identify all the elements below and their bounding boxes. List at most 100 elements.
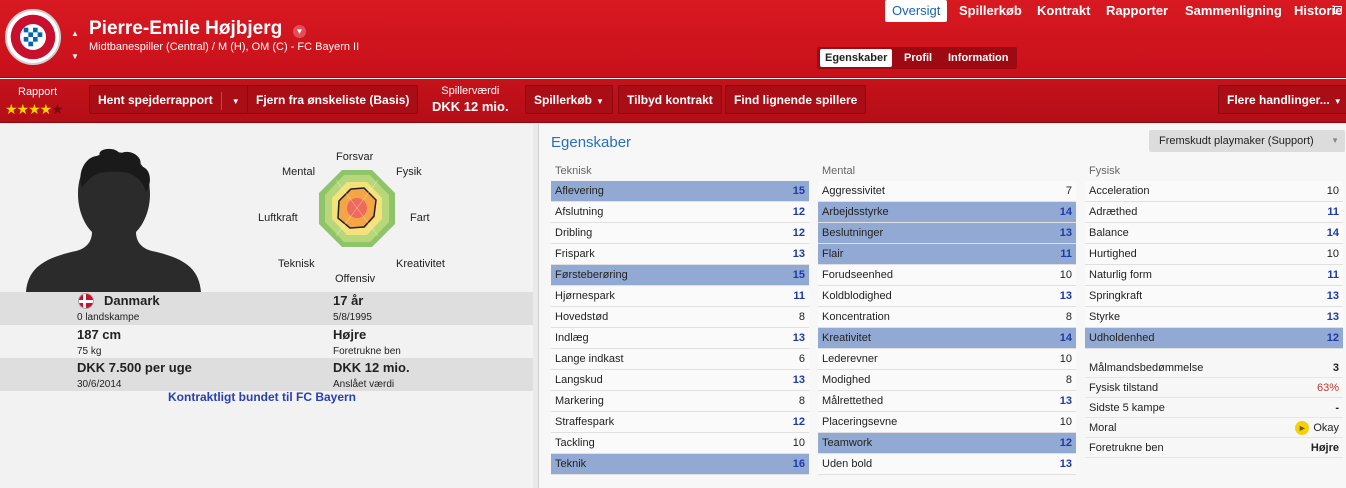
attribute-row[interactable]: Lederevner 10	[818, 349, 1076, 370]
scout-report-button[interactable]: Hent spejderrapport ▼	[89, 85, 249, 114]
attribute-row[interactable]: Koldblodighed 13	[818, 286, 1076, 307]
transfer-button[interactable]: Spillerkøb ▼	[525, 85, 613, 114]
attribute-value: 10	[1059, 416, 1072, 428]
player-name: Pierre-Emile Højbjerg	[89, 18, 283, 39]
attribute-row[interactable]: Placeringsevne 10	[818, 412, 1076, 433]
attribute-row[interactable]: Hurtighed 10	[1085, 244, 1343, 265]
subtab-profile[interactable]: Profil	[899, 49, 937, 67]
misc-row: Fysisk tilstand 63%	[1085, 378, 1343, 398]
chevron-down-icon[interactable]: ▼	[232, 97, 240, 106]
attribute-name: Markering	[555, 395, 604, 407]
attribute-name: Placeringsevne	[822, 416, 898, 428]
attributes-title: Egenskaber	[551, 134, 632, 151]
attribute-row[interactable]: Uden bold 13	[818, 454, 1076, 475]
attribute-row[interactable]: Teknik 16	[551, 454, 809, 475]
attribute-row[interactable]: Straffespark 12	[551, 412, 809, 433]
attribute-row[interactable]: Dribling 12	[551, 223, 809, 244]
attribute-name: Uden bold	[822, 458, 873, 470]
morale-value: Okay	[1313, 422, 1339, 434]
attribute-name: Udholdenhed	[1089, 332, 1155, 344]
contract-club-link[interactable]: Kontraktligt bundet til FC Bayern	[168, 390, 356, 404]
attribute-row[interactable]: Styrke 13	[1085, 307, 1343, 328]
attribute-value: 10	[1326, 185, 1339, 197]
attribute-row[interactable]: Modighed 8	[818, 370, 1076, 391]
scout-report-label: Hent spejderrapport	[98, 93, 213, 107]
attribute-row[interactable]: Koncentration 8	[818, 307, 1076, 328]
attribute-row[interactable]: Lange indkast 6	[551, 349, 809, 370]
attribute-row[interactable]: Langskud 13	[551, 370, 809, 391]
attribute-row[interactable]: Forudseenhed 10	[818, 265, 1076, 286]
attribute-row[interactable]: Førsteberøring 15	[551, 265, 809, 286]
player-nav-arrows[interactable]: ▲ ▼	[71, 22, 79, 68]
tab-comparison[interactable]: Sammenligning	[1185, 0, 1282, 22]
tab-transfer[interactable]: Spillerkøb	[959, 0, 1022, 22]
tab-reports[interactable]: Rapporter	[1106, 0, 1168, 22]
denmark-flag-icon	[78, 293, 94, 309]
find-similar-button[interactable]: Find lignende spillere	[725, 85, 867, 114]
preferred-foot-label: Foretrukne ben	[333, 346, 401, 357]
name-dropdown-icon[interactable]: ▼	[293, 25, 306, 38]
attribute-row[interactable]: Hjørnespark 11	[551, 286, 809, 307]
attribute-row[interactable]: Indlæg 13	[551, 328, 809, 349]
misc-value: ► Okay	[1295, 418, 1339, 438]
attribute-name: Naturlig form	[1089, 269, 1152, 281]
role-select[interactable]: Fremskudt playmaker (Support) ▼	[1149, 130, 1345, 152]
attribute-row[interactable]: Beslutninger 13	[818, 223, 1076, 244]
estimated-value-label: Anslået værdi	[333, 379, 395, 390]
attribute-value: 13	[1059, 458, 1072, 470]
attribute-row[interactable]: Teamwork 12	[818, 433, 1076, 454]
attribute-row[interactable]: Udholdenhed 12	[1085, 328, 1343, 349]
attribute-row[interactable]: Hovedstød 8	[551, 307, 809, 328]
attribute-row[interactable]: Arbejdsstyrke 14	[818, 202, 1076, 223]
attribute-row[interactable]: Markering 8	[551, 391, 809, 412]
tab-contract[interactable]: Kontrakt	[1037, 0, 1090, 22]
attribute-name: Koldblodighed	[822, 290, 892, 302]
misc-value: Højre	[1310, 442, 1339, 454]
attribute-row[interactable]: Afslutning 12	[551, 202, 809, 223]
technical-heading: Teknisk	[555, 165, 592, 177]
subtab-information[interactable]: Information	[943, 49, 1014, 67]
attribute-row[interactable]: Springkraft 13	[1085, 286, 1343, 307]
player-position-club: Midtbanespiller (Central) / M (H), OM (C…	[89, 41, 360, 53]
attribute-row[interactable]: Tackling 10	[551, 433, 809, 454]
radar-label-physical: Fysik	[396, 166, 422, 178]
attribute-name: Langskud	[555, 374, 603, 386]
attribute-row[interactable]: Adræthed 11	[1085, 202, 1343, 223]
attribute-value: 15	[792, 269, 805, 281]
subtab-attributes[interactable]: Egenskaber	[820, 49, 893, 67]
attribute-value: 13	[1326, 311, 1339, 323]
attribute-name: Styrke	[1089, 311, 1121, 323]
nation[interactable]: Danmark	[104, 293, 160, 308]
misc-value: -	[1335, 402, 1339, 414]
window-corner-icon[interactable]	[1334, 6, 1342, 14]
attribute-row[interactable]: Målrettethed 13	[818, 391, 1076, 412]
attribute-name: Hjørnespark	[555, 290, 615, 302]
radar-label-defence: Forsvar	[336, 151, 374, 163]
attribute-row[interactable]: Frispark 13	[551, 244, 809, 265]
wage: DKK 7.500 per uge	[77, 360, 192, 375]
preferred-foot: Højre	[333, 327, 367, 342]
offer-contract-button[interactable]: Tilbyd kontrakt	[618, 85, 722, 114]
attribute-row[interactable]: Aflevering 15	[551, 181, 809, 202]
misc-row: Moral ► Okay	[1085, 418, 1343, 438]
attribute-row[interactable]: Kreativitet 14	[818, 328, 1076, 349]
more-actions-button[interactable]: Flere handlinger... ▼	[1218, 85, 1346, 114]
attribute-name: Beslutninger	[822, 227, 884, 239]
remove-shortlist-button[interactable]: Fjern fra ønskeliste (Basis)	[247, 85, 419, 114]
physical-heading: Fysisk	[1089, 165, 1121, 177]
attribute-value: 11	[793, 290, 805, 302]
attribute-row[interactable]: Flair 11	[818, 244, 1076, 265]
attribute-row[interactable]: Aggressivitet 7	[818, 181, 1076, 202]
attribute-value: 8	[798, 311, 805, 323]
mental-heading: Mental	[822, 165, 856, 177]
attribute-radar: Forsvar Fysik Fart Kreativitet Offensiv …	[250, 144, 465, 294]
attribute-value: 13	[1059, 227, 1072, 239]
attribute-row[interactable]: Acceleration 10	[1085, 181, 1343, 202]
attribute-row[interactable]: Balance 14	[1085, 223, 1343, 244]
attribute-value: 14	[1059, 332, 1072, 344]
attribute-row[interactable]: Naturlig form 11	[1085, 265, 1343, 286]
misc-row: Sidste 5 kampe -	[1085, 398, 1343, 418]
misc-label: Målmandsbedømmelse	[1089, 362, 1204, 374]
tab-overview[interactable]: Oversigt	[885, 0, 948, 22]
attribute-value: 12	[792, 206, 805, 218]
